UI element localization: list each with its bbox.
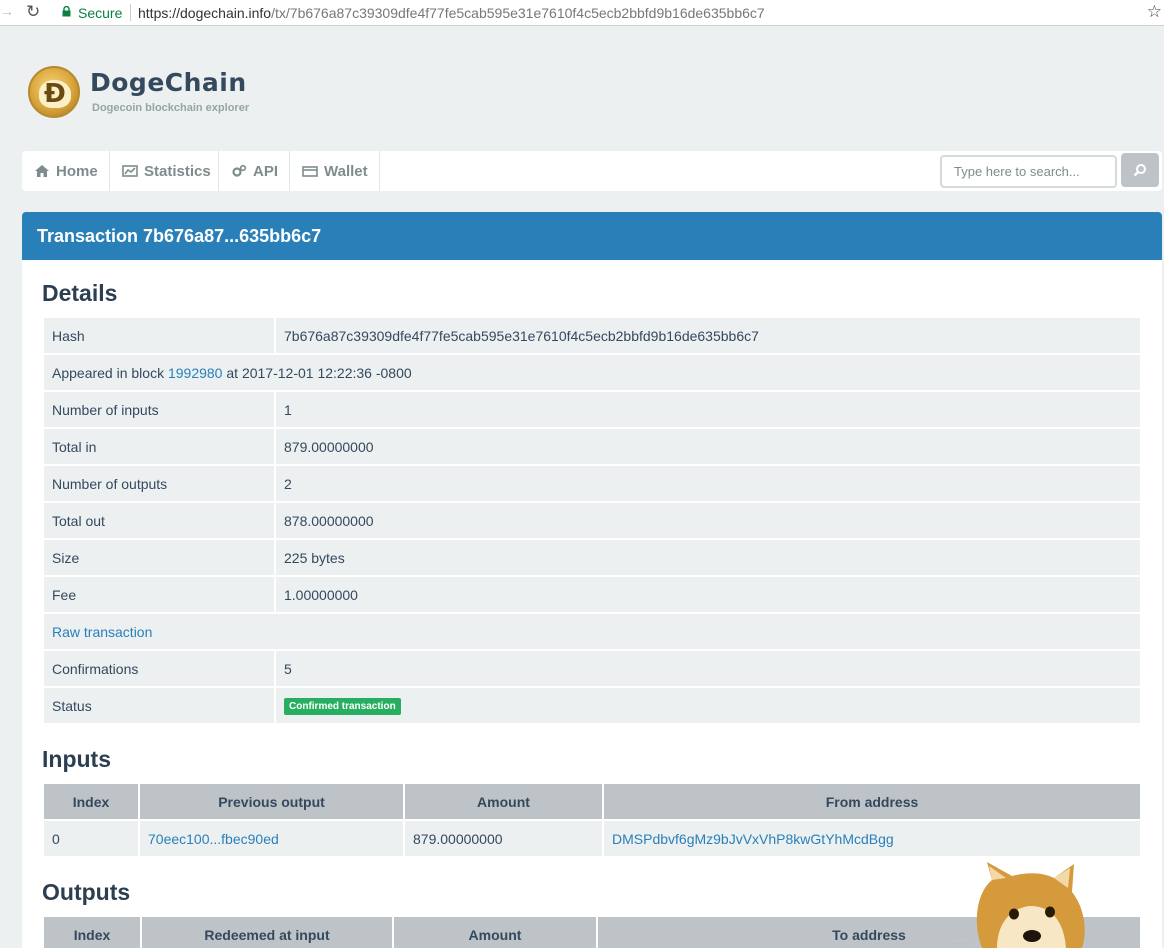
table-row: Appeared in block 1992980 at 2017-12-01 … <box>44 355 1140 390</box>
main-navbar: Home Statistics API Wallet <box>22 151 1162 191</box>
browser-address-bar: → ↻ Secure https://dogechain.info/tx/7b6… <box>0 0 1164 26</box>
input-previous-output-cell: 70eec100...fbec90ed <box>140 821 403 856</box>
column-header-index: Index <box>44 784 138 819</box>
details-heading: Details <box>42 280 118 306</box>
total-out-value: 878.00000000 <box>276 503 1140 538</box>
table-row: Confirmations 5 <box>44 651 1140 686</box>
table-row: Total out 878.00000000 <box>44 503 1140 538</box>
nav-home-label: Home <box>56 162 98 180</box>
from-address-link[interactable]: DMSPdbvf6gMz9bJvVxVhP8kwGtYhMcdBgg <box>612 831 894 847</box>
forward-arrow-icon[interactable]: → <box>0 3 14 19</box>
num-inputs-value: 1 <box>276 392 1140 427</box>
nav-wallet[interactable]: Wallet <box>290 151 380 191</box>
column-header-previous-output: Previous output <box>140 784 403 819</box>
column-header-index: Index <box>44 917 140 948</box>
site-tagline: Dogecoin blockchain explorer <box>92 102 250 114</box>
outputs-heading: Outputs <box>42 879 131 905</box>
bookmark-star-icon[interactable]: ☆ <box>1147 2 1162 22</box>
block-link[interactable]: 1992980 <box>168 365 223 381</box>
confirmations-value: 5 <box>276 651 1140 686</box>
inputs-heading: Inputs <box>42 746 111 772</box>
table-row: Raw transaction <box>44 614 1140 649</box>
input-from-address-cell: DMSPdbvf6gMz9bJvVxVhP8kwGtYhMcdBgg <box>604 821 1140 856</box>
table-row: Total in 879.00000000 <box>44 429 1140 464</box>
chart-icon <box>122 165 138 177</box>
total-out-label: Total out <box>44 503 274 538</box>
nav-api-label: API <box>253 162 279 180</box>
status-label: Status <box>44 688 274 723</box>
table-row: Hash 7b676a87c39309dfe4f77fe5cab595e31e7… <box>44 318 1140 353</box>
site-brand[interactable]: DogeChain <box>90 68 247 97</box>
url-host: https://dogechain.info <box>138 5 272 21</box>
table-header-row: Index Previous output Amount From addres… <box>44 784 1140 819</box>
home-icon <box>35 165 49 177</box>
appeared-prefix: Appeared in block <box>52 364 165 381</box>
transaction-panel-header: Transaction 7b676a87...635bb6c7 <box>22 212 1162 260</box>
status-cell: Confirmed transaction <box>276 688 1140 723</box>
url-text[interactable]: https://dogechain.info/tx/7b676a87c39309… <box>138 5 765 21</box>
logo-d-glyph: Ð <box>44 79 66 109</box>
table-row: Number of outputs 2 <box>44 466 1140 501</box>
cogs-icon <box>232 164 247 177</box>
raw-transaction-link[interactable]: Raw transaction <box>52 624 152 640</box>
num-outputs-value: 2 <box>276 466 1140 501</box>
hash-value: 7b676a87c39309dfe4f77fe5cab595e31e7610f4… <box>276 318 1140 353</box>
confirmations-label: Confirmations <box>44 651 274 686</box>
table-row: 0 70eec100...fbec90ed 879.00000000 DMSPd… <box>44 821 1140 856</box>
secure-label: Secure <box>78 5 123 21</box>
table-row: Size 225 bytes <box>44 540 1140 575</box>
hash-label: Hash <box>44 318 274 353</box>
input-amount: 879.00000000 <box>405 821 602 856</box>
details-table: Hash 7b676a87c39309dfe4f77fe5cab595e31e7… <box>42 316 1142 725</box>
appeared-suffix: at 2017-12-01 12:22:36 -0800 <box>226 364 412 381</box>
column-header-amount: Amount <box>405 784 602 819</box>
dogecoin-logo[interactable]: Ð <box>28 66 80 118</box>
status-badge: Confirmed transaction <box>284 698 401 715</box>
fee-label: Fee <box>44 577 274 612</box>
doge-mascot-image <box>953 862 1085 948</box>
table-row: Fee 1.00000000 <box>44 577 1140 612</box>
nav-home[interactable]: Home <box>22 151 110 191</box>
nav-statistics-label: Statistics <box>144 162 211 180</box>
wallet-icon <box>302 166 318 177</box>
fee-value: 1.00000000 <box>276 577 1140 612</box>
reload-icon[interactable]: ↻ <box>26 2 40 22</box>
size-value: 225 bytes <box>276 540 1140 575</box>
num-outputs-label: Number of outputs <box>44 466 274 501</box>
table-row: Number of inputs 1 <box>44 392 1140 427</box>
nav-statistics[interactable]: Statistics <box>110 151 219 191</box>
column-header-from-address: From address <box>604 784 1140 819</box>
omnibox[interactable]: Secure https://dogechain.info/tx/7b676a8… <box>54 1 1164 24</box>
url-path: /tx/7b676a87c39309dfe4f77fe5cab595e31e76… <box>271 5 765 21</box>
total-in-label: Total in <box>44 429 274 464</box>
omnibox-divider <box>130 4 131 21</box>
column-header-redeemed-at-input: Redeemed at input <box>142 917 392 948</box>
nav-wallet-label: Wallet <box>324 162 368 180</box>
size-label: Size <box>44 540 274 575</box>
search-icon <box>1133 164 1146 177</box>
total-in-value: 879.00000000 <box>276 429 1140 464</box>
column-header-amount: Amount <box>394 917 596 948</box>
num-inputs-label: Number of inputs <box>44 392 274 427</box>
raw-transaction-cell: Raw transaction <box>44 614 1140 649</box>
nav-api[interactable]: API <box>219 151 290 191</box>
lock-icon <box>62 6 71 17</box>
inputs-table: Index Previous output Amount From addres… <box>42 782 1142 858</box>
transaction-title: Transaction 7b676a87...635bb6c7 <box>37 226 322 246</box>
table-row: Status Confirmed transaction <box>44 688 1140 723</box>
search-input[interactable] <box>940 155 1117 188</box>
previous-output-link[interactable]: 70eec100...fbec90ed <box>148 831 279 847</box>
appeared-in-block: Appeared in block 1992980 at 2017-12-01 … <box>44 355 1140 390</box>
search-button[interactable] <box>1121 153 1159 187</box>
input-index: 0 <box>44 821 138 856</box>
